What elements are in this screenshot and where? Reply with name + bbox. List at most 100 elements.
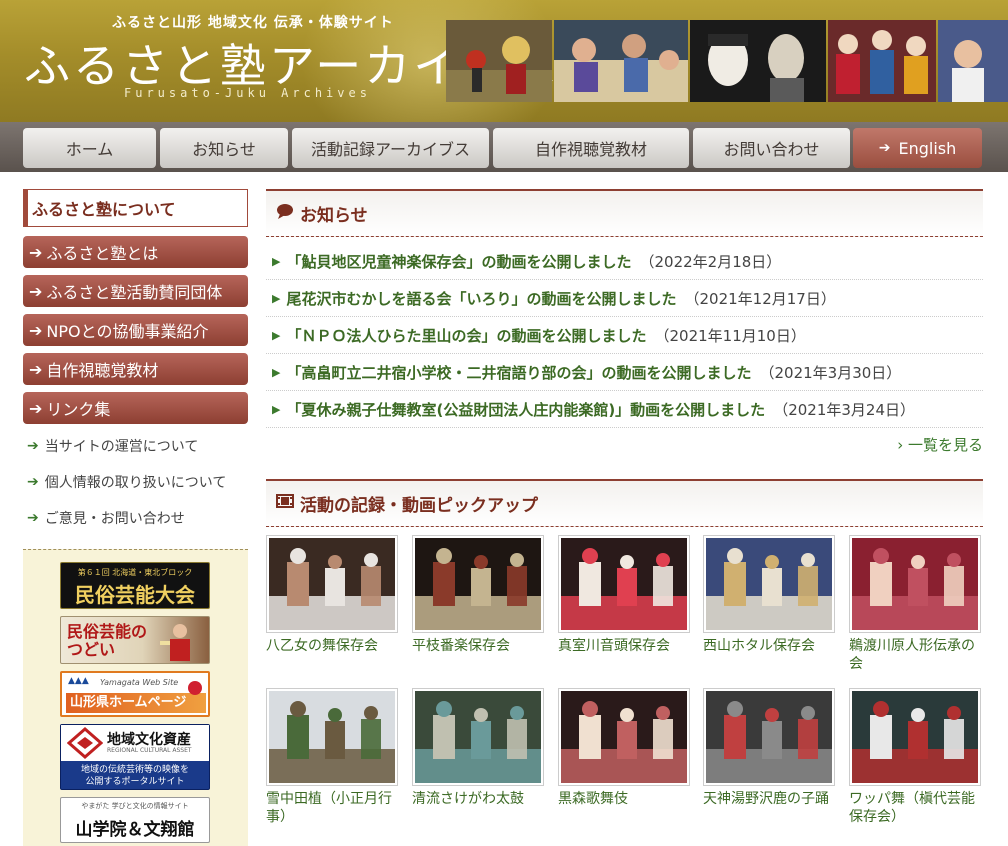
pickup-thumbnail[interactable] xyxy=(558,535,690,633)
pickup-caption[interactable]: 清流さけがわ太鼓 xyxy=(412,790,544,808)
news-heading: お知らせ xyxy=(266,189,983,237)
news-item: ▶ 「夏休み親子仕舞教室(公益財団法人庄内能楽館)」動画を公開しました （2021年… xyxy=(266,391,983,428)
banner-text: 地域文化資産 xyxy=(107,732,191,748)
film-icon xyxy=(276,493,294,514)
pickup-thumbnail[interactable] xyxy=(558,688,690,786)
pickup-caption[interactable]: 天神湯野沢鹿の子踊 xyxy=(703,790,835,808)
pickup-caption[interactable]: ワッパ舞（槇代芸能保存会） xyxy=(849,790,981,826)
news-item-date: （2021年11月10日） xyxy=(654,326,806,345)
video-thumbnail-image xyxy=(561,538,687,630)
site-tagline: ふるさと山形 地域文化 伝承・体験サイト xyxy=(112,15,394,31)
pickup-caption[interactable]: 雪中田植（小正月行事） xyxy=(266,790,398,826)
pickup-caption[interactable]: 平枝番楽保存会 xyxy=(412,637,544,655)
triangle-right-icon: ▶ xyxy=(272,328,281,342)
arrow-right-icon: ➔ xyxy=(29,398,43,418)
pickup-thumbnail[interactable] xyxy=(266,688,398,786)
sidebar-item-label: リンク集 xyxy=(46,400,111,419)
pickup-item[interactable]: 真室川音頭保存会 xyxy=(558,535,690,655)
triangle-right-icon: ▶ xyxy=(272,254,281,268)
pickup-caption[interactable]: 八乙女の舞保存会 xyxy=(266,637,398,655)
pickup-item[interactable]: ワッパ舞（槇代芸能保存会） xyxy=(849,688,981,826)
pickup-caption[interactable]: 西山ホタル保存会 xyxy=(703,637,835,655)
sidebar-heading: ふるさと塾について xyxy=(23,189,248,227)
sidebar-link-operation[interactable]: ➔ 当サイトの運営について xyxy=(23,428,248,464)
video-thumbnail-image xyxy=(852,691,978,783)
news-item-title[interactable]: 「夏休み親子仕舞教室(公益財団法人庄内能楽館)」動画を公開しました xyxy=(286,399,765,420)
sidebar-item-npo[interactable]: ➔ NPOとの協働事業紹介 xyxy=(23,314,248,346)
global-nav: ホーム お知らせ 活動記録アーカイブス 自作視聴覚教材 お問い合わせ ➔ Engl… xyxy=(0,122,1008,172)
news-heading-text: お知らせ xyxy=(300,206,368,226)
banner-text: 地域の伝統芸術等の映像を xyxy=(80,765,189,775)
banner-text: 第６１回 北海道・東北ブロック xyxy=(77,568,193,577)
news-more-link[interactable]: › 一覧を見る xyxy=(266,434,983,455)
nav-home[interactable]: ホーム xyxy=(23,128,156,168)
header-photo-kids xyxy=(938,20,1008,102)
banner-text: 公開するポータルサイト xyxy=(85,777,185,787)
sidebar-link-label: 個人情報の取り扱いについて xyxy=(44,475,227,491)
nav-contact[interactable]: お問い合わせ xyxy=(693,128,850,168)
nav-materials[interactable]: 自作視聴覚教材 xyxy=(493,128,689,168)
pickup-item[interactable]: 平枝番楽保存会 xyxy=(412,535,544,655)
sidebar-item-about[interactable]: ➔ ふるさと塾とは xyxy=(23,236,248,268)
banner-minzoku-tsudoi[interactable]: 民俗芸能のつどい xyxy=(60,616,210,664)
banner-gakugei[interactable]: やまがた 学びと文化の情報サイト 山学院＆文翔館 xyxy=(60,797,210,843)
news-item-title[interactable]: 尾花沢市むかしを語る会「いろり」の動画を公開しました xyxy=(286,288,676,309)
nav-news[interactable]: お知らせ xyxy=(160,128,288,168)
site-subtitle: Furusato-Juku Archives xyxy=(124,86,371,100)
news-item-title[interactable]: 「ＮＰＯ法人ひらた里山の会」の動画を公開しました xyxy=(286,325,646,346)
pickup-item[interactable]: 天神湯野沢鹿の子踊 xyxy=(703,688,835,808)
pickup-item[interactable]: 清流さけがわ太鼓 xyxy=(412,688,544,808)
page: ふるさと山形 地域文化 伝承・体験サイト ふるさと塾アーカイブス Furusat… xyxy=(0,0,1008,846)
chiiki-logo-icon xyxy=(67,727,103,759)
sidebar-item-supporters[interactable]: ➔ ふるさと塾活動賛同団体 xyxy=(23,275,248,307)
banner-minzoku-taikai[interactable]: 第６１回 北海道・東北ブロック 民俗芸能大会 xyxy=(60,562,210,609)
pickup-item[interactable]: 雪中田植（小正月行事） xyxy=(266,688,398,826)
main-content: お知らせ ▶ 「鮎貝地区児童神楽保存会」の動画を公開しました （2022年2月18日… xyxy=(266,189,983,455)
sidebar-link-privacy[interactable]: ➔ 個人情報の取り扱いについて xyxy=(23,464,248,500)
pickup-caption[interactable]: 鵜渡川原人形伝承の会 xyxy=(849,637,981,673)
sidebar-links: ➔ 当サイトの運営について ➔ 個人情報の取り扱いについて ➔ ご意見・お問い合わせ xyxy=(23,428,248,536)
banner-yamagata-pref[interactable]: ▲▲▲ Yamagata Web Site 山形県ホームページ xyxy=(60,671,210,717)
pickup-item[interactable]: 黒森歌舞伎 xyxy=(558,688,690,808)
pickup-thumbnail[interactable] xyxy=(703,688,835,786)
header-photo-strip xyxy=(446,20,1008,102)
news-item-title[interactable]: 「鮎貝地区児童神楽保存会」の動画を公開しました xyxy=(286,251,631,272)
pickup-item[interactable]: 八乙女の舞保存会 xyxy=(266,535,398,655)
sidebar: ふるさと塾について ➔ ふるさと塾とは ➔ ふるさと塾活動賛同団体 ➔ NPOとの協働… xyxy=(23,189,248,536)
sidebar-item-materials[interactable]: ➔ 自作視聴覚教材 xyxy=(23,353,248,385)
pickup-caption[interactable]: 黒森歌舞伎 xyxy=(558,790,690,808)
nav-label: 自作視聴覚教材 xyxy=(534,140,647,159)
nav-label: 活動記録アーカイブス xyxy=(310,140,471,159)
sidebar-item-label: NPOとの協働事業紹介 xyxy=(46,322,209,341)
pickup-thumbnail[interactable] xyxy=(849,688,981,786)
video-thumbnail-image xyxy=(561,691,687,783)
site-header: ふるさと山形 地域文化 伝承・体験サイト ふるさと塾アーカイブス Furusat… xyxy=(0,0,1008,122)
news-item-title[interactable]: 「高畠町立二井宿小学校・二井宿語り部の会」の動画を公開しました xyxy=(286,362,751,383)
pickup-thumbnail[interactable] xyxy=(412,688,544,786)
pickup-thumbnail[interactable] xyxy=(703,535,835,633)
news-item-date: （2022年2月18日） xyxy=(639,252,782,271)
arrow-right-icon: ➔ xyxy=(878,140,891,156)
pickup-thumbnail[interactable] xyxy=(849,535,981,633)
news-item-date: （2021年3月24日） xyxy=(773,400,915,419)
news-list: ▶ 「鮎貝地区児童神楽保存会」の動画を公開しました （2022年2月18日） ▶ 尾花沢… xyxy=(266,243,983,428)
pickup-item[interactable]: 西山ホタル保存会 xyxy=(703,535,835,655)
header-photo-dolls xyxy=(828,20,936,102)
banner-text: Yamagata Web Site xyxy=(100,678,179,687)
nav-english[interactable]: ➔ English xyxy=(853,128,982,168)
sidebar-item-label: 自作視聴覚教材 xyxy=(46,361,159,380)
pickup-thumbnail[interactable] xyxy=(266,535,398,633)
sidebar-link-label: ご意見・お問い合わせ xyxy=(44,511,185,527)
sidebar-item-links[interactable]: ➔ リンク集 xyxy=(23,392,248,424)
nav-label: ホーム xyxy=(65,140,114,159)
arrow-right-icon: ➔ xyxy=(29,242,43,262)
video-thumbnail-image xyxy=(269,538,395,630)
sidebar-link-feedback[interactable]: ➔ ご意見・お問い合わせ xyxy=(23,500,248,536)
banner-text: 山学院＆文翔館 xyxy=(75,820,195,840)
banner-chiiki-bunka[interactable]: 地域文化資産 REGIONAL CULTURAL ASSET 地域の伝統芸術等の… xyxy=(60,724,210,790)
nav-archives[interactable]: 活動記録アーカイブス xyxy=(292,128,489,168)
cherry-icon xyxy=(188,681,202,695)
pickup-thumbnail[interactable] xyxy=(412,535,544,633)
pickup-item[interactable]: 鵜渡川原人形伝承の会 xyxy=(849,535,981,673)
pickup-caption[interactable]: 真室川音頭保存会 xyxy=(558,637,690,655)
